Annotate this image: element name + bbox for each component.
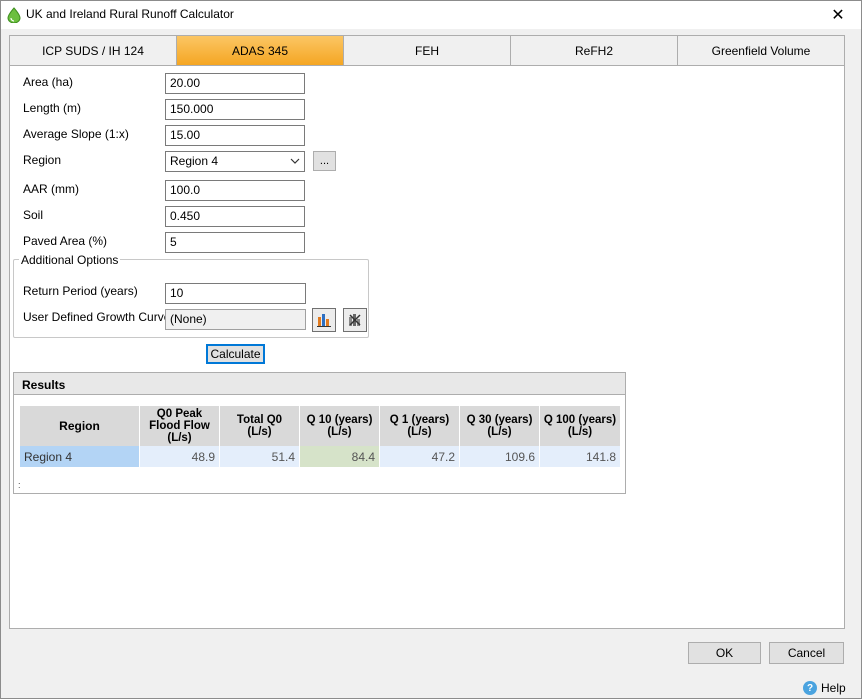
title-bar: UK and Ireland Rural Runoff Calculator ✕ (1, 1, 861, 29)
col-region[interactable]: Region (20, 406, 140, 446)
additional-options-group: Additional Options Return Period (years)… (13, 253, 369, 338)
adas-panel: Area (ha) 20.00 Length (m) 150.000 Avera… (9, 66, 845, 629)
close-icon: ✕ (831, 7, 845, 24)
col-total-q0[interactable]: Total Q0 (L/s) (220, 406, 300, 446)
region-label: Region (23, 153, 62, 167)
additional-options-title: Additional Options (19, 253, 121, 267)
dialog-window: UK and Ireland Rural Runoff Calculator ✕… (0, 0, 862, 699)
cell-q0-peak[interactable]: 48.9 (140, 446, 220, 467)
region-select[interactable]: Region 4 (165, 151, 305, 172)
chart-edit-icon (317, 314, 331, 327)
aar-input[interactable]: 100.0 (165, 180, 305, 201)
length-label: Length (m) (23, 101, 82, 115)
soil-label: Soil (23, 208, 44, 222)
cell-q1[interactable]: 47.2 (380, 446, 460, 467)
edit-growth-curve-button[interactable] (312, 308, 336, 332)
return-period-label: Return Period (years) (23, 284, 138, 298)
col-q10[interactable]: Q 10 (years) (L/s) (300, 406, 380, 446)
area-label: Area (ha) (23, 75, 74, 89)
chevron-down-icon (290, 158, 300, 164)
results-grid: Region Q0 Peak Flood Flow (L/s) Total Q0… (20, 406, 620, 467)
aar-label: AAR (mm) (23, 182, 79, 196)
cell-q100[interactable]: 141.8 (540, 446, 620, 467)
col-q0-peak[interactable]: Q0 Peak Flood Flow (L/s) (140, 406, 220, 446)
results-panel: Results Region Q0 Peak Flood Flow (L/s) … (13, 372, 626, 494)
cell-region[interactable]: Region 4 (20, 446, 140, 467)
paved-area-input[interactable]: 5 (165, 232, 305, 253)
tab-refh2[interactable]: ReFH2 (511, 36, 678, 65)
window-title: UK and Ireland Rural Runoff Calculator (26, 7, 234, 21)
col-q100[interactable]: Q 100 (years) (L/s) (540, 406, 620, 446)
ok-button[interactable]: OK (688, 642, 761, 664)
calculate-button[interactable]: Calculate (206, 344, 265, 364)
growth-curve-input: (None) (165, 309, 306, 330)
help-icon: ? (803, 681, 817, 695)
col-q1[interactable]: Q 1 (years) (L/s) (380, 406, 460, 446)
results-title: Results (14, 373, 625, 395)
chart-clear-icon (349, 314, 361, 326)
col-q30[interactable]: Q 30 (years) (L/s) (460, 406, 540, 446)
cancel-button[interactable]: Cancel (769, 642, 844, 664)
droplet-icon (7, 7, 21, 23)
growth-curve-label: User Defined Growth Curve (23, 310, 171, 324)
region-browse-button[interactable]: ... (313, 151, 336, 171)
area-input[interactable]: 20.00 (165, 73, 305, 94)
tab-greenfield-volume[interactable]: Greenfield Volume (678, 36, 844, 65)
tab-bar: ICP SUDS / IH 124 ADAS 345 FEH ReFH2 Gre… (9, 35, 845, 66)
return-period-input[interactable]: 10 (165, 283, 306, 304)
slope-label: Average Slope (1:x) (23, 127, 129, 141)
length-input[interactable]: 150.000 (165, 99, 305, 120)
cell-total-q0[interactable]: 51.4 (220, 446, 300, 467)
col-region-label: Region (59, 419, 100, 433)
help-label: Help (821, 681, 846, 695)
table-row[interactable]: Region 4 48.9 51.4 84.4 47.2 109.6 141.8 (20, 446, 620, 467)
results-header-row: Region Q0 Peak Flood Flow (L/s) Total Q0… (20, 406, 620, 446)
region-select-value: Region 4 (170, 154, 219, 168)
slope-input[interactable]: 15.00 (165, 125, 305, 146)
soil-input[interactable]: 0.450 (165, 206, 305, 227)
grid-footer: : (18, 480, 21, 490)
cell-q10[interactable]: 84.4 (300, 446, 380, 467)
clear-growth-curve-button[interactable] (343, 308, 367, 332)
paved-area-label: Paved Area (%) (23, 234, 108, 248)
close-button[interactable]: ✕ (815, 1, 861, 29)
tab-feh[interactable]: FEH (344, 36, 511, 65)
help-link[interactable]: ? Help (803, 681, 846, 695)
tab-adas-345[interactable]: ADAS 345 (177, 36, 344, 65)
cell-q30[interactable]: 109.6 (460, 446, 540, 467)
tab-icp-suds[interactable]: ICP SUDS / IH 124 (10, 36, 177, 65)
